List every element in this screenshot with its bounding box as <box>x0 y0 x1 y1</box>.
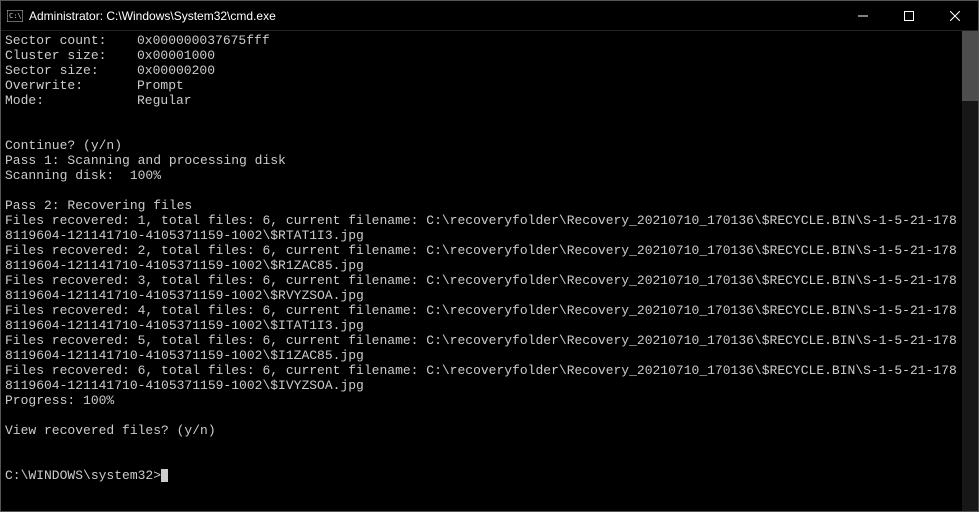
maximize-button[interactable] <box>886 1 932 30</box>
blank-line <box>5 408 958 423</box>
blank-line <box>5 108 958 123</box>
recovery-line: Files recovered: 3, total files: 6, curr… <box>5 273 958 303</box>
recovery-line: Files recovered: 5, total files: 6, curr… <box>5 333 958 363</box>
recovery-line: Files recovered: 4, total files: 6, curr… <box>5 303 958 333</box>
window-title: Administrator: C:\Windows\System32\cmd.e… <box>29 9 840 23</box>
close-button[interactable] <box>932 1 978 30</box>
terminal-output[interactable]: Sector count:0x000000037675fffCluster si… <box>1 31 962 511</box>
view-prompt: View recovered files? (y/n) <box>5 423 958 438</box>
cmd-icon: C:\ <box>7 8 23 24</box>
minimize-button[interactable] <box>840 1 886 30</box>
header-key: Mode: <box>5 93 137 108</box>
blank-line <box>5 183 958 198</box>
header-row: Sector size:0x00000200 <box>5 63 958 78</box>
header-key: Sector count: <box>5 33 137 48</box>
blank-line <box>5 453 958 468</box>
header-key: Overwrite: <box>5 78 137 93</box>
header-row: Mode:Regular <box>5 93 958 108</box>
scroll-thumb[interactable] <box>962 31 978 101</box>
continue-prompt: Continue? (y/n) <box>5 138 958 153</box>
terminal-area: Sector count:0x000000037675fffCluster si… <box>1 31 978 511</box>
header-value: 0x00001000 <box>137 48 215 63</box>
header-value: 0x000000037675fff <box>137 33 270 48</box>
progress-line: Progress: 100% <box>5 393 958 408</box>
pass2-label: Pass 2: Recovering files <box>5 198 958 213</box>
titlebar[interactable]: C:\ Administrator: C:\Windows\System32\c… <box>1 1 978 31</box>
pass1-label: Pass 1: Scanning and processing disk <box>5 153 958 168</box>
header-key: Cluster size: <box>5 48 137 63</box>
blank-line <box>5 438 958 453</box>
header-key: Sector size: <box>5 63 137 78</box>
cursor <box>161 469 168 482</box>
cmd-window: C:\ Administrator: C:\Windows\System32\c… <box>0 0 979 512</box>
prompt-line[interactable]: C:\WINDOWS\system32> <box>5 468 958 483</box>
blank-line <box>5 123 958 138</box>
scrollbar[interactable] <box>962 31 978 511</box>
recovery-line: Files recovered: 1, total files: 6, curr… <box>5 213 958 243</box>
svg-text:C:\: C:\ <box>9 12 22 20</box>
header-value: 0x00000200 <box>137 63 215 78</box>
header-row: Overwrite:Prompt <box>5 78 958 93</box>
recovery-line: Files recovered: 6, total files: 6, curr… <box>5 363 958 393</box>
header-value: Regular <box>137 93 192 108</box>
header-row: Sector count:0x000000037675fff <box>5 33 958 48</box>
header-value: Prompt <box>137 78 184 93</box>
header-row: Cluster size:0x00001000 <box>5 48 958 63</box>
recovery-line: Files recovered: 2, total files: 6, curr… <box>5 243 958 273</box>
window-controls <box>840 1 978 30</box>
pass1-scan: Scanning disk: 100% <box>5 168 958 183</box>
